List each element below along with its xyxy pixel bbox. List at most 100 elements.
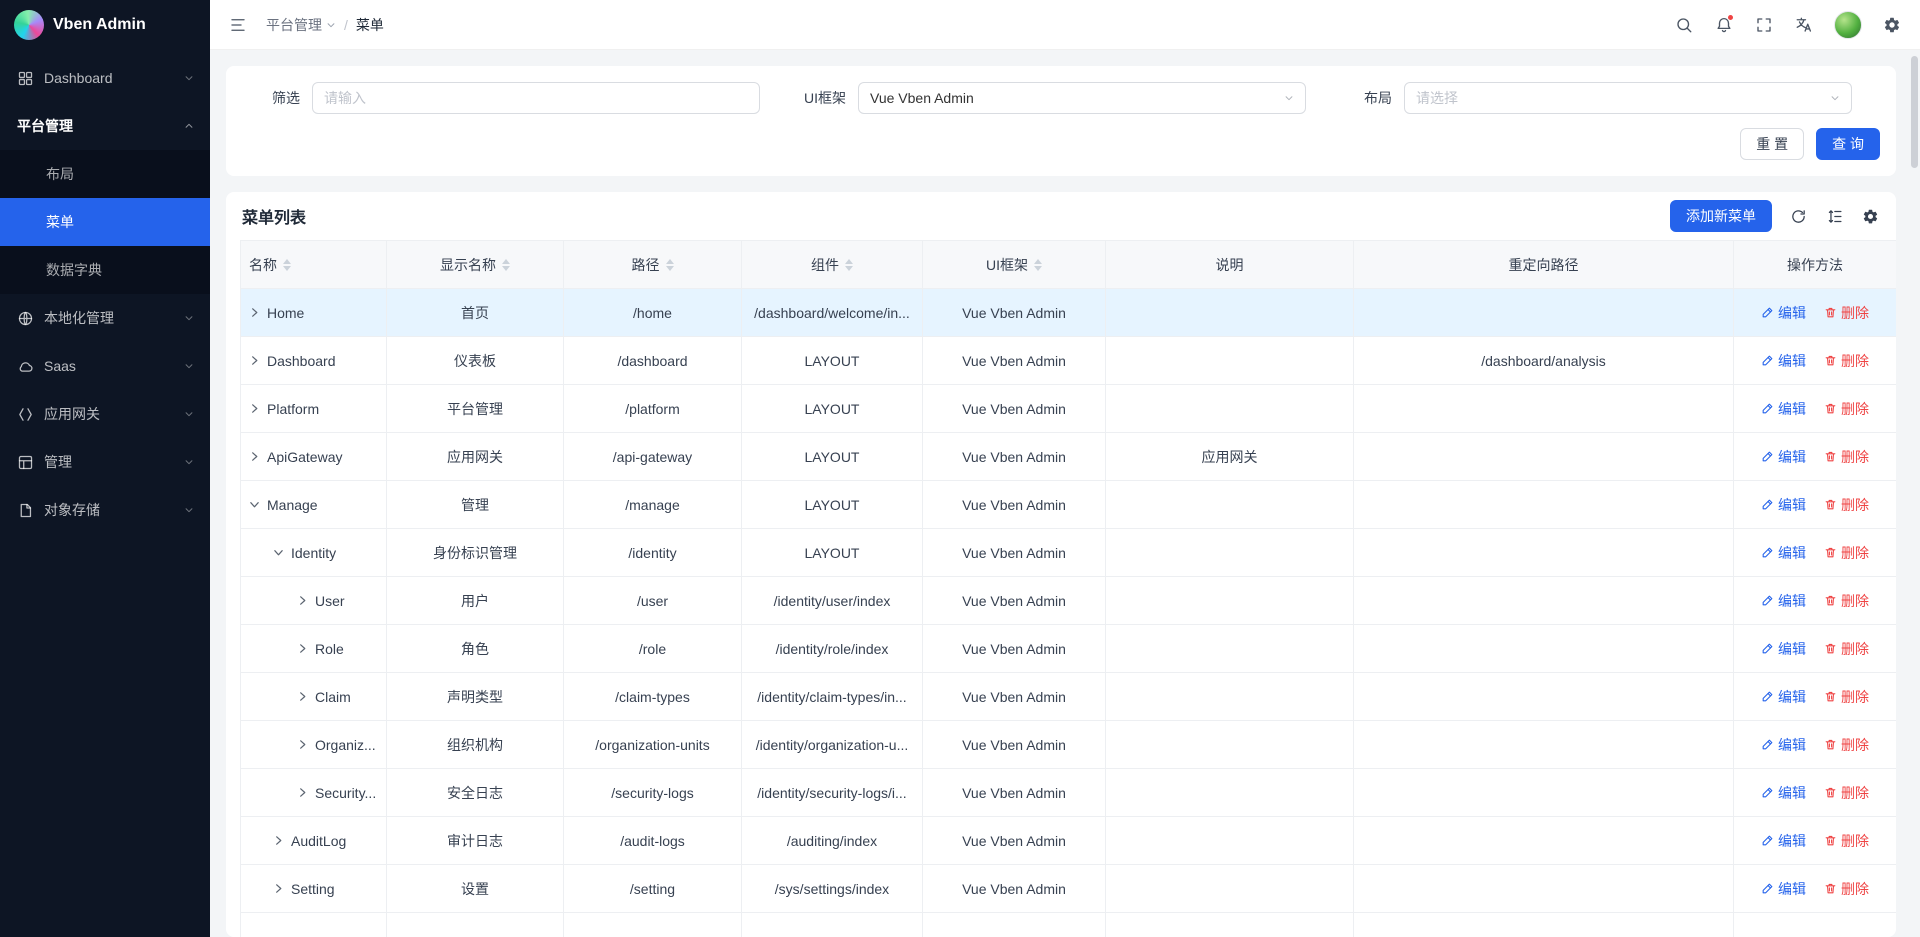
delete-button[interactable]: 删除 <box>1824 447 1869 467</box>
delete-button[interactable]: 删除 <box>1824 879 1869 899</box>
search-icon[interactable] <box>1674 15 1694 35</box>
sidebar-item-api-gateway[interactable]: 应用网关 <box>0 390 210 438</box>
chevron-right-icon[interactable] <box>273 883 284 894</box>
reset-button[interactable]: 重 置 <box>1740 128 1804 160</box>
delete-button[interactable]: 删除 <box>1824 495 1869 515</box>
notification-bell-icon[interactable] <box>1714 15 1734 35</box>
filter-panel: 筛选 UI框架 Vue Vben Admin 布局 请选择 <box>226 66 1896 176</box>
sort-icon[interactable] <box>283 259 291 271</box>
delete-button[interactable]: 删除 <box>1824 783 1869 803</box>
chevron-right-icon[interactable] <box>249 451 260 462</box>
delete-button[interactable]: 删除 <box>1824 303 1869 323</box>
delete-button[interactable]: 删除 <box>1824 831 1869 851</box>
column-header-1[interactable]: 名称 <box>241 241 387 289</box>
delete-button[interactable]: 删除 <box>1824 351 1869 371</box>
filter-label: 筛选 <box>242 88 300 108</box>
chevron-right-icon[interactable] <box>249 355 260 366</box>
menu-table-panel: 菜单列表 添加新菜单 名称显示名称路径组件UI框架说明重定向路径操作方法 Hom… <box>226 192 1896 937</box>
row-height-icon[interactable] <box>1824 206 1844 226</box>
edit-button[interactable]: 编辑 <box>1761 879 1806 899</box>
sort-icon[interactable] <box>1034 259 1042 271</box>
avatar[interactable] <box>1834 11 1862 39</box>
cell-display-name: 声明类型 <box>387 673 564 721</box>
logo[interactable]: Vben Admin <box>0 0 210 50</box>
edit-button[interactable]: 编辑 <box>1761 543 1806 563</box>
cell-description <box>1106 337 1354 385</box>
filter-input[interactable] <box>312 82 760 114</box>
delete-button[interactable]: 删除 <box>1824 543 1869 563</box>
table-settings-icon[interactable] <box>1860 206 1880 226</box>
sidebar-item-dashboard[interactable]: Dashboard <box>0 54 210 102</box>
delete-button[interactable]: 删除 <box>1824 399 1869 419</box>
chevron-right-icon[interactable] <box>297 787 308 798</box>
sidebar-item-data-dictionary[interactable]: 数据字典 <box>0 246 210 294</box>
edit-button[interactable]: 编辑 <box>1761 783 1806 803</box>
cell-path: /platform <box>564 385 742 433</box>
scrollbar[interactable] <box>1911 56 1918 168</box>
cell-component: LAYOUT <box>742 433 923 481</box>
sidebar-item-menu[interactable]: 菜单 <box>0 198 210 246</box>
sidebar: Vben Admin Dashboard平台管理布局菜单数据字典本地化管理Saa… <box>0 0 210 937</box>
refresh-icon[interactable] <box>1788 206 1808 226</box>
chevron-down-icon[interactable] <box>273 547 284 558</box>
sidebar-item-object-storage[interactable]: 对象存储 <box>0 486 210 534</box>
edit-button[interactable]: 编辑 <box>1761 351 1806 371</box>
edit-button[interactable]: 编辑 <box>1761 447 1806 467</box>
delete-button[interactable]: 删除 <box>1824 591 1869 611</box>
delete-button[interactable]: 删除 <box>1824 687 1869 707</box>
sort-icon[interactable] <box>502 259 510 271</box>
chevron-right-icon[interactable] <box>297 739 308 750</box>
delete-button[interactable]: 删除 <box>1824 735 1869 755</box>
chevron-right-icon[interactable] <box>249 307 260 318</box>
chevron-down-icon[interactable] <box>249 499 260 510</box>
chevron-right-icon[interactable] <box>273 835 284 846</box>
cell-component: /auditing/index <box>742 817 923 865</box>
column-header-4[interactable]: 组件 <box>742 241 923 289</box>
edit-button[interactable]: 编辑 <box>1761 495 1806 515</box>
cell-name: Manage <box>241 481 387 529</box>
chevron-right-icon[interactable] <box>297 691 308 702</box>
search-button[interactable]: 查 询 <box>1816 128 1880 160</box>
fullscreen-icon[interactable] <box>1754 15 1774 35</box>
edit-button[interactable]: 编辑 <box>1761 735 1806 755</box>
edit-button[interactable]: 编辑 <box>1761 831 1806 851</box>
add-menu-button[interactable]: 添加新菜单 <box>1670 200 1772 232</box>
collapse-menu-icon[interactable] <box>228 15 248 35</box>
layout-select[interactable]: 请选择 <box>1404 82 1852 114</box>
sidebar-item-localization[interactable]: 本地化管理 <box>0 294 210 342</box>
sort-icon[interactable] <box>845 259 853 271</box>
language-icon[interactable] <box>1794 15 1814 35</box>
edit-button[interactable]: 编辑 <box>1761 639 1806 659</box>
cell-actions: 编辑删除 <box>1734 817 1897 865</box>
edit-button[interactable]: 编辑 <box>1761 687 1806 707</box>
sort-icon[interactable] <box>666 259 674 271</box>
cell-name: Dashboard <box>241 337 387 385</box>
table-row: Security...安全日志/security-logs/identity/s… <box>241 769 1897 817</box>
breadcrumb-item-platform[interactable]: 平台管理 <box>266 15 336 35</box>
filter-actions: 重 置 查 询 <box>242 128 1880 160</box>
cell-framework: Vue Vben Admin <box>923 433 1106 481</box>
sidebar-item-layout[interactable]: 布局 <box>0 150 210 198</box>
chevron-right-icon[interactable] <box>297 595 308 606</box>
cell-redirect <box>1354 769 1734 817</box>
column-label: 名称 <box>249 255 277 275</box>
cell-path: /user <box>564 577 742 625</box>
delete-button[interactable]: 删除 <box>1824 639 1869 659</box>
column-header-3[interactable]: 路径 <box>564 241 742 289</box>
cell-display-name: 审计日志 <box>387 817 564 865</box>
edit-button[interactable]: 编辑 <box>1761 591 1806 611</box>
chevron-right-icon[interactable] <box>249 403 260 414</box>
ui-framework-select[interactable]: Vue Vben Admin <box>858 82 1306 114</box>
sidebar-item-saas[interactable]: Saas <box>0 342 210 390</box>
settings-gear-icon[interactable] <box>1882 15 1902 35</box>
chevron-down-icon <box>184 361 194 371</box>
edit-button[interactable]: 编辑 <box>1761 399 1806 419</box>
edit-button[interactable]: 编辑 <box>1761 303 1806 323</box>
column-header-5[interactable]: UI框架 <box>923 241 1106 289</box>
sidebar-item-platform-management[interactable]: 平台管理 <box>0 102 210 150</box>
cell-framework: Vue Vben Admin <box>923 289 1106 337</box>
column-header-7: 重定向路径 <box>1354 241 1734 289</box>
chevron-right-icon[interactable] <box>297 643 308 654</box>
column-header-2[interactable]: 显示名称 <box>387 241 564 289</box>
sidebar-item-manage[interactable]: 管理 <box>0 438 210 486</box>
